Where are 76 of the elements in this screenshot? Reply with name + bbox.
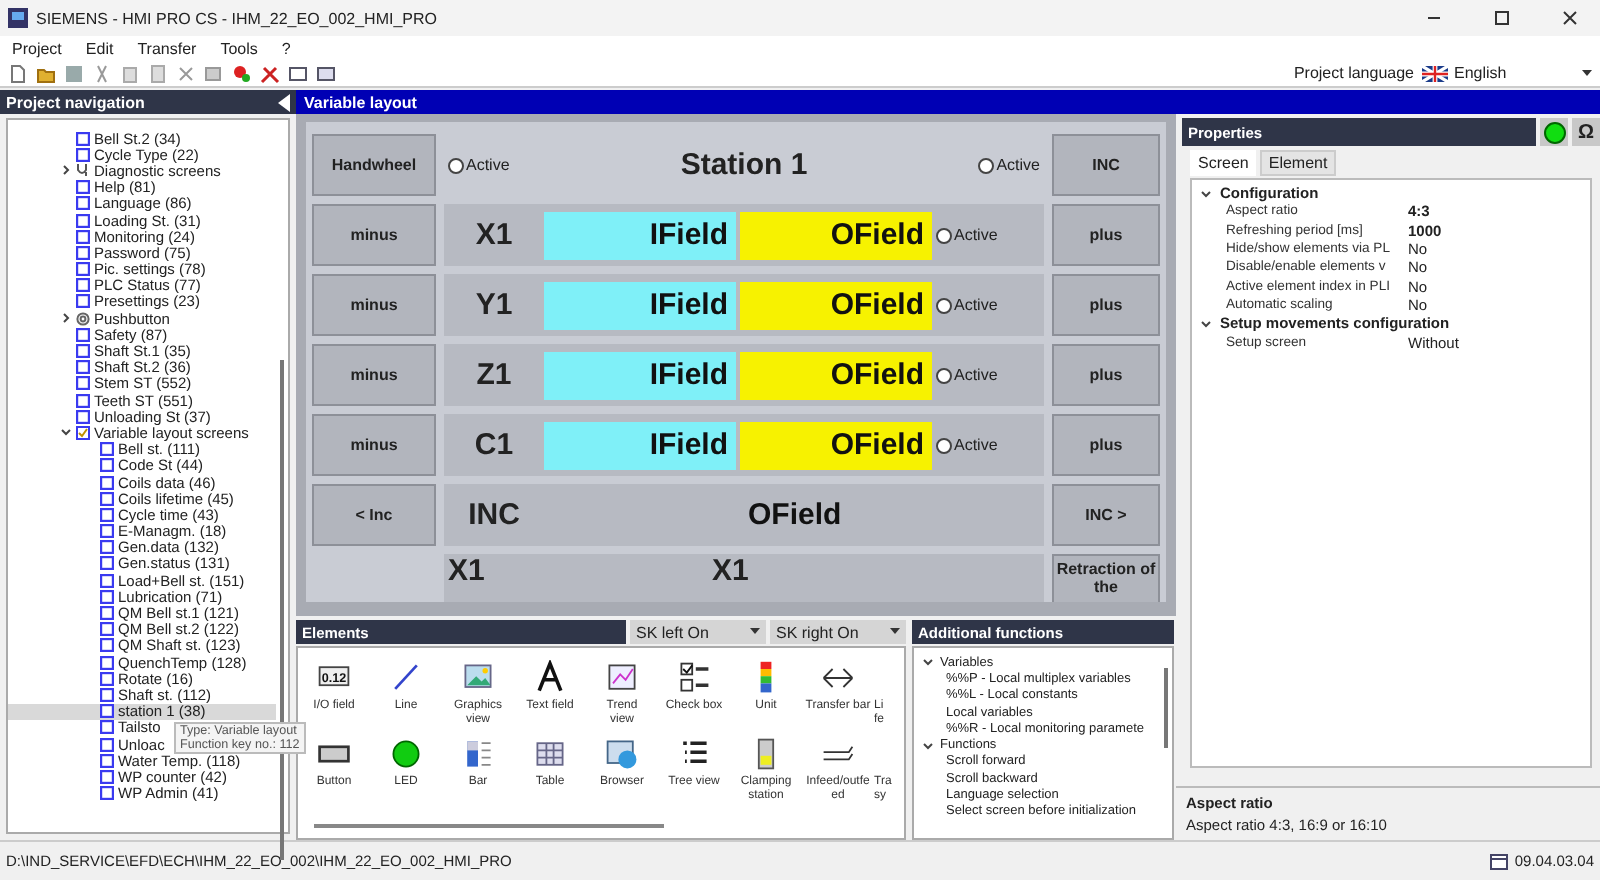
radio-button[interactable]: Active xyxy=(936,296,998,314)
led-icon xyxy=(388,736,424,772)
screen-button[interactable]: plus xyxy=(1052,274,1160,336)
language-dropdown[interactable]: English xyxy=(1422,64,1592,82)
screen-button[interactable]: < Inc xyxy=(312,484,436,546)
checkbox-list-icon xyxy=(676,660,712,696)
delete-icon[interactable] xyxy=(176,63,196,83)
axis-label: Z1 xyxy=(474,358,514,392)
table-icon xyxy=(532,736,568,772)
omega-button[interactable]: Ω xyxy=(1572,118,1600,146)
softkey-dropdown[interactable]: SK right On xyxy=(770,620,906,644)
tab[interactable]: Screen xyxy=(1190,150,1257,176)
screen-button[interactable]: INC xyxy=(1052,134,1160,196)
screen-button[interactable]: Retraction of the xyxy=(1052,554,1160,602)
chevron-down-icon[interactable] xyxy=(922,739,934,752)
radio-button[interactable]: Active xyxy=(936,366,998,384)
tab[interactable]: Element xyxy=(1260,150,1336,176)
screen-button[interactable]: plus xyxy=(1052,204,1160,266)
flag-icon xyxy=(1422,65,1448,81)
chevron-down-icon[interactable] xyxy=(60,426,72,439)
output-field: OField xyxy=(740,351,932,399)
checked-screen-icon xyxy=(76,425,90,440)
axis-label: X1 xyxy=(448,554,487,588)
input-field[interactable]: IField xyxy=(544,421,736,469)
screen-button[interactable]: minus xyxy=(312,344,436,406)
chart-icon xyxy=(604,660,640,696)
language-label: Project language xyxy=(1293,64,1414,82)
caret-icon xyxy=(1582,69,1592,77)
caret-icon xyxy=(890,628,900,636)
screen-button[interactable]: plus xyxy=(1052,414,1160,476)
editor-header: Variable layout xyxy=(296,90,1600,114)
scrollbar xyxy=(1164,668,1168,748)
inc-label: INC xyxy=(466,498,522,532)
axis-label: Y1 xyxy=(473,288,515,322)
window-title: SIEMENS - HMI PRO CS - IHM_22_EO_002_HMI_PRO xyxy=(36,9,437,27)
output-field: OField xyxy=(740,281,932,329)
radio-button[interactable]: Active xyxy=(936,436,998,454)
menu-item[interactable]: ? xyxy=(281,39,291,57)
panel-header: Project navigation xyxy=(0,90,296,114)
chevron-down-icon[interactable] xyxy=(1200,187,1212,200)
screen-button[interactable]: INC > xyxy=(1052,484,1160,546)
close-icon xyxy=(1562,10,1578,26)
screen-button[interactable]: Handwheel xyxy=(312,134,436,196)
cut-icon[interactable] xyxy=(92,63,112,83)
calendar-icon xyxy=(1490,852,1509,870)
input-field[interactable]: IField xyxy=(544,281,736,329)
app-logo-icon xyxy=(8,8,28,28)
softkey-dropdown[interactable]: SK left On xyxy=(630,620,766,644)
status-button[interactable] xyxy=(1540,118,1568,146)
axis-label: X1 xyxy=(473,218,515,252)
radio-button[interactable]: Active xyxy=(448,156,510,174)
collapse-icon[interactable] xyxy=(278,93,290,111)
input-field[interactable]: IField xyxy=(544,351,736,399)
chevron-right-icon[interactable] xyxy=(60,312,72,325)
chevron-down-icon[interactable] xyxy=(1200,317,1212,330)
menu-item[interactable]: Edit xyxy=(85,39,114,57)
menu-item[interactable]: Tools xyxy=(220,39,258,57)
screen-button[interactable]: plus xyxy=(1052,344,1160,406)
input-field[interactable]: IField xyxy=(544,211,736,259)
menu-item[interactable]: Transfer xyxy=(137,39,197,57)
screen-button[interactable]: minus xyxy=(312,204,436,266)
chevron-right-icon[interactable] xyxy=(60,164,72,177)
screen-title: Station 1 xyxy=(680,148,808,182)
screen-button[interactable]: minus xyxy=(312,274,436,336)
output-field: OField xyxy=(740,421,932,469)
axis-label: C1 xyxy=(472,428,516,462)
screen-button[interactable]: minus xyxy=(312,414,436,476)
letter-icon xyxy=(532,660,568,696)
axis-label: X1 xyxy=(712,554,751,588)
restore-icon xyxy=(1494,10,1510,26)
menu-item[interactable]: Project xyxy=(12,39,62,57)
output-field: OField xyxy=(740,211,932,259)
chevron-down-icon[interactable] xyxy=(922,656,934,669)
radio-button[interactable]: Active xyxy=(936,226,998,244)
radio-button[interactable]: Active xyxy=(978,156,1040,174)
caret-icon xyxy=(750,628,760,636)
